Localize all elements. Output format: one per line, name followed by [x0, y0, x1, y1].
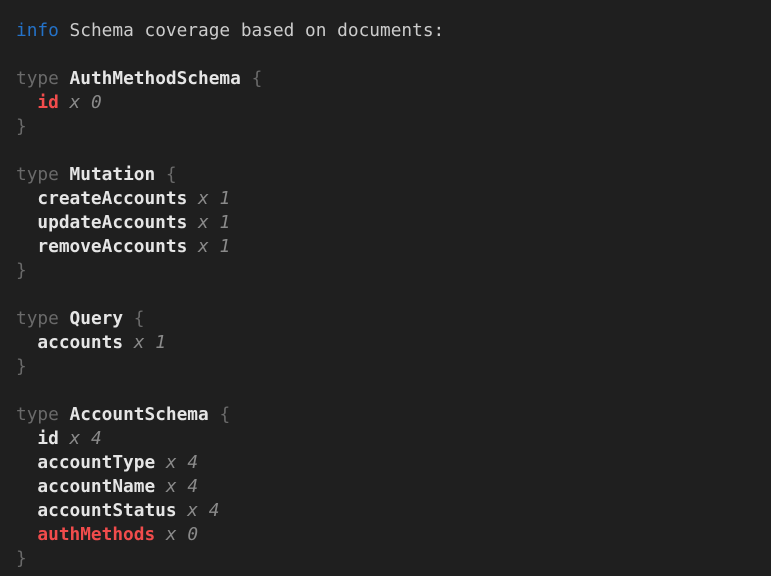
close-brace-symbol: }	[16, 260, 27, 281]
close-brace-symbol: }	[16, 548, 27, 569]
usage-count: 4	[91, 428, 102, 449]
usage-prefix: x	[198, 188, 209, 209]
usage-prefix: x	[166, 524, 177, 545]
open-brace-symbol: {	[134, 308, 145, 329]
usage-prefix: x	[70, 428, 81, 449]
field-name: accountStatus	[37, 500, 176, 521]
coverage-blocks: type AuthMethodSchema { id x 0} type Mut…	[16, 67, 755, 571]
usage-count: 0	[187, 524, 198, 545]
type-block: type Mutation { createAccounts x 1update…	[16, 163, 755, 283]
field-line: removeAccounts x 1	[16, 235, 755, 259]
open-brace-symbol: {	[219, 404, 230, 425]
info-line: info Schema coverage based on documents:	[16, 19, 755, 43]
field-name: accountType	[37, 452, 155, 473]
field-name: accounts	[37, 332, 123, 353]
field-usage: x 1	[198, 188, 230, 209]
type-name: AuthMethodSchema	[70, 68, 241, 89]
usage-count: 4	[209, 500, 220, 521]
type-keyword: type	[16, 308, 59, 329]
field-line: updateAccounts x 1	[16, 211, 755, 235]
usage-count: 1	[219, 212, 230, 233]
type-name: AccountSchema	[70, 404, 209, 425]
type-keyword: type	[16, 68, 59, 89]
close-brace-symbol: }	[16, 116, 27, 137]
close-brace-line: }	[16, 355, 755, 379]
usage-count: 0	[91, 92, 102, 113]
type-header-line: type Query {	[16, 307, 755, 331]
field-name: authMethods	[37, 524, 155, 545]
field-usage: x 4	[166, 452, 198, 473]
field-line: accounts x 1	[16, 331, 755, 355]
open-brace-symbol: {	[166, 164, 177, 185]
usage-count: 1	[155, 332, 166, 353]
info-label: info	[16, 20, 59, 41]
field-usage: x 1	[134, 332, 166, 353]
usage-prefix: x	[198, 236, 209, 257]
type-block: type AuthMethodSchema { id x 0}	[16, 67, 755, 139]
field-name: id	[37, 92, 58, 113]
field-line: accountType x 4	[16, 451, 755, 475]
type-header-line: type AuthMethodSchema {	[16, 67, 755, 91]
open-brace-symbol: {	[252, 68, 263, 89]
type-header-line: type Mutation {	[16, 163, 755, 187]
type-block: type Query { accounts x 1}	[16, 307, 755, 379]
close-brace-line: }	[16, 259, 755, 283]
type-name: Mutation	[70, 164, 156, 185]
type-keyword: type	[16, 164, 59, 185]
usage-count: 1	[219, 188, 230, 209]
field-usage: x 0	[70, 92, 102, 113]
field-usage: x 4	[187, 500, 219, 521]
field-name: updateAccounts	[37, 212, 187, 233]
type-name: Query	[70, 308, 124, 329]
terminal-output: info Schema coverage based on documents:…	[0, 0, 771, 576]
usage-count: 4	[187, 452, 198, 473]
usage-prefix: x	[70, 92, 81, 113]
field-line: authMethods x 0	[16, 523, 755, 547]
field-usage: x 4	[166, 476, 198, 497]
close-brace-line: }	[16, 115, 755, 139]
field-usage: x 1	[198, 212, 230, 233]
usage-count: 1	[219, 236, 230, 257]
field-name: id	[37, 428, 58, 449]
field-line: accountName x 4	[16, 475, 755, 499]
field-usage: x 0	[166, 524, 198, 545]
field-name: createAccounts	[37, 188, 187, 209]
info-message: Schema coverage based on documents:	[70, 20, 445, 41]
field-usage: x 1	[198, 236, 230, 257]
field-line: id x 4	[16, 427, 755, 451]
usage-prefix: x	[187, 500, 198, 521]
usage-prefix: x	[134, 332, 145, 353]
close-brace-symbol: }	[16, 356, 27, 377]
type-keyword: type	[16, 404, 59, 425]
usage-prefix: x	[166, 476, 177, 497]
usage-prefix: x	[166, 452, 177, 473]
field-name: removeAccounts	[37, 236, 187, 257]
usage-count: 4	[187, 476, 198, 497]
close-brace-line: }	[16, 547, 755, 571]
field-usage: x 4	[70, 428, 102, 449]
field-line: id x 0	[16, 91, 755, 115]
field-line: accountStatus x 4	[16, 499, 755, 523]
field-line: createAccounts x 1	[16, 187, 755, 211]
usage-prefix: x	[198, 212, 209, 233]
type-header-line: type AccountSchema {	[16, 403, 755, 427]
type-block: type AccountSchema { id x 4accountType x…	[16, 403, 755, 571]
field-name: accountName	[37, 476, 155, 497]
